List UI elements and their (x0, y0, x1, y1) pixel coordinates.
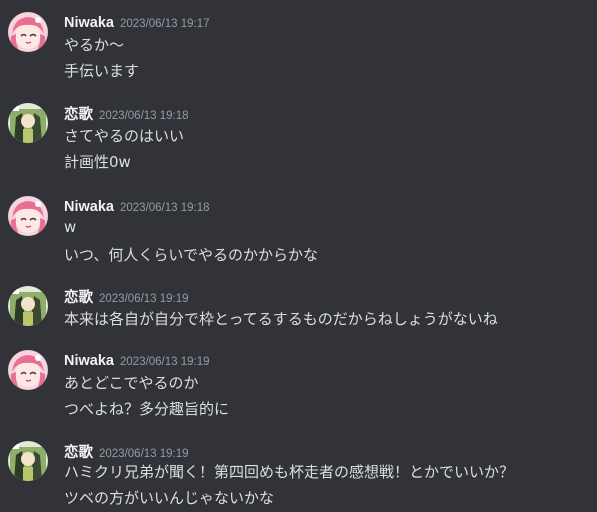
message-text: いつ、何人くらいでやるのかからかな (64, 246, 318, 264)
username[interactable]: Niwaka (64, 15, 114, 31)
avatar[interactable] (8, 12, 48, 52)
message-text: ハミクリ兄弟が聞く！第四回めも杯走者の感想戦！とかでいいか？ (64, 463, 515, 481)
message-text: あとどこでやるのか (64, 374, 199, 392)
avatar[interactable] (8, 196, 48, 236)
message-text: 手伝います (64, 62, 140, 80)
avatar[interactable] (8, 286, 48, 326)
avatar[interactable] (8, 103, 48, 143)
message-header: Niwaka 2023/06/13 19:19 (64, 350, 210, 369)
timestamp: 2023/06/13 19:18 (119, 202, 210, 214)
chat-message-list[interactable]: Niwaka 2023/06/13 19:17 やるか〜 手伝います 恋歌 2023… (0, 0, 597, 512)
timestamp: 2023/06/13 19:19 (119, 356, 210, 368)
username[interactable]: 恋歌 (64, 290, 93, 306)
green-anime-avatar-icon (8, 103, 48, 143)
message-header: 恋歌 2023/06/13 19:19 (64, 441, 189, 461)
message-text: つべよね？多分趣旨的に (64, 400, 230, 418)
pink-anime-avatar-icon (8, 350, 48, 390)
pink-anime-avatar-icon (8, 12, 48, 52)
message-header: 恋歌 2023/06/13 19:19 (64, 286, 189, 306)
green-anime-avatar-icon (8, 286, 48, 326)
message-text: w (64, 218, 77, 236)
pink-anime-avatar-icon (8, 196, 48, 236)
username[interactable]: 恋歌 (64, 445, 93, 461)
avatar[interactable] (8, 441, 48, 481)
message-text: やるか〜 (64, 36, 125, 54)
username[interactable]: 恋歌 (64, 107, 93, 123)
timestamp: 2023/06/13 19:19 (99, 293, 189, 305)
message-text: さてやるのはいい (64, 127, 185, 145)
message-header: Niwaka 2023/06/13 19:17 (64, 12, 210, 31)
message-header: 恋歌 2023/06/13 19:18 (64, 103, 189, 123)
message-text: 本来は各自が自分で枠とってるするものだからねしょうがないね (64, 310, 498, 328)
timestamp: 2023/06/13 19:18 (99, 110, 189, 122)
timestamp: 2023/06/13 19:19 (99, 448, 189, 460)
green-anime-avatar-icon (8, 441, 48, 481)
message-header: Niwaka 2023/06/13 19:18 (64, 196, 210, 215)
username[interactable]: Niwaka (64, 199, 114, 215)
avatar[interactable] (8, 350, 48, 390)
username[interactable]: Niwaka (64, 353, 114, 369)
message-text: ツベの方がいいんじゃないかな (64, 489, 275, 507)
message-text: 計画性0w (64, 153, 131, 171)
timestamp: 2023/06/13 19:17 (119, 18, 210, 30)
